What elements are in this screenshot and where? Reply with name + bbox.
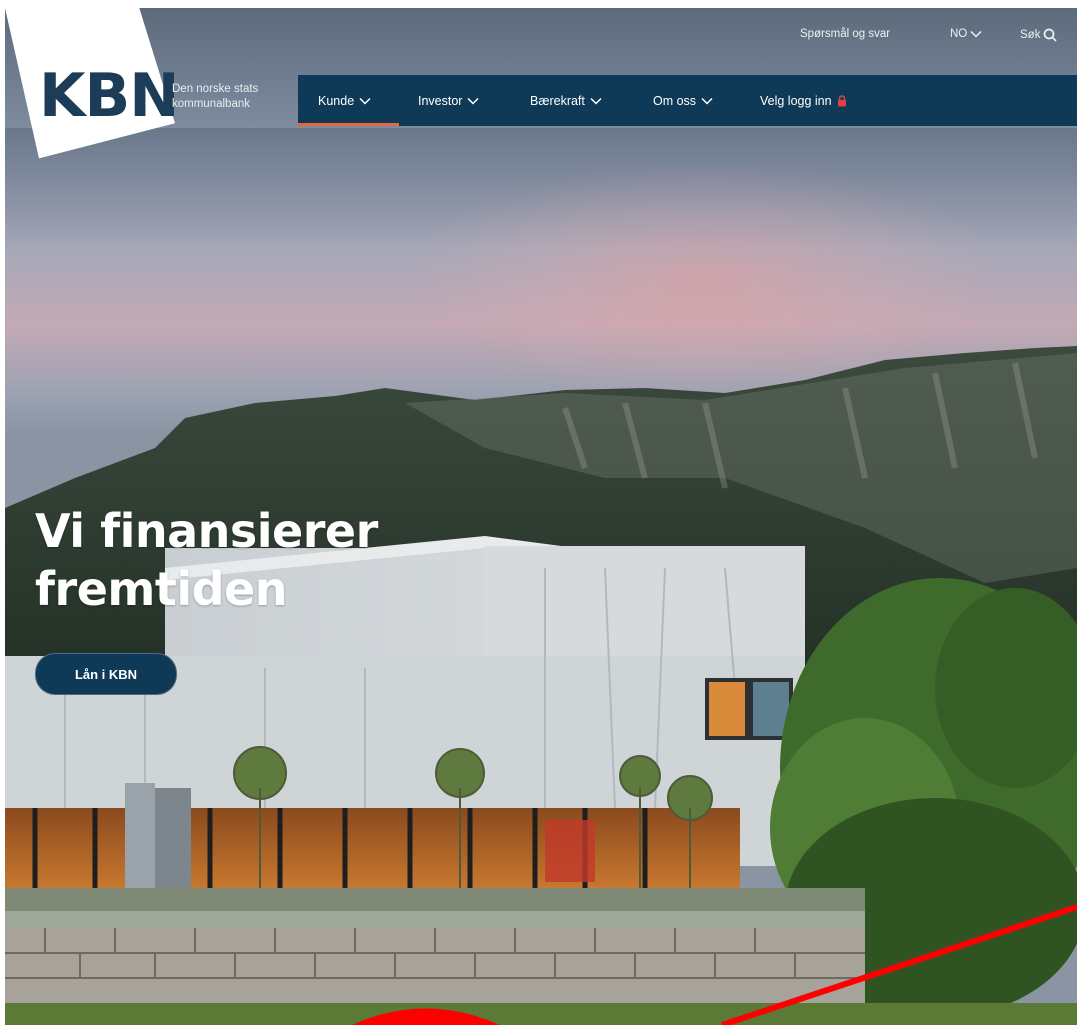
logo-tagline: Den norske stats kommunalbank [172,83,259,110]
hero-headline: Vi finansierer fremtiden [35,502,378,618]
chevron-down-icon [701,97,713,105]
main-nav: Kunde Investor Bærekraft Om oss Velg log… [298,75,1077,126]
nav-item-label: Bærekraft [530,93,585,108]
grass [5,1003,1077,1025]
chevron-down-icon [970,30,982,38]
nav-item-label: Kunde [318,93,355,108]
nav-item-label: Investor [418,93,463,108]
nav-item-baerekraft[interactable]: Bærekraft [530,75,602,126]
faq-link[interactable]: Spørsmål og svar [800,28,890,40]
language-label: NO [950,28,968,40]
nav-item-label: Om oss [653,93,697,108]
login-label: Velg logg inn [760,93,832,108]
chevron-down-icon [467,97,479,105]
nav-item-investor[interactable]: Investor [418,75,479,126]
search-button[interactable]: Søk [1020,28,1058,42]
headline-line-2: fremtiden [35,562,287,616]
logo-wordmark: KBN [39,61,179,131]
chevron-down-icon [590,97,602,105]
lock-icon [837,94,846,106]
chevron-down-icon [359,97,371,105]
login-button[interactable]: Velg logg inn [760,75,847,126]
nav-item-om-oss[interactable]: Om oss [653,75,713,126]
kbn-logo[interactable]: KBN [5,8,179,168]
ground-floor-glazing [5,808,740,888]
nav-item-kunde[interactable]: Kunde [318,75,371,126]
headline-line-1: Vi finansierer [35,504,378,558]
faq-label: Spørsmål og svar [800,28,891,40]
loan-cta-button[interactable]: Lån i KBN [35,653,177,695]
active-nav-indicator [298,123,399,126]
language-selector[interactable]: NO [950,28,982,40]
search-label: Søk [1020,29,1041,41]
search-icon [1044,28,1058,42]
